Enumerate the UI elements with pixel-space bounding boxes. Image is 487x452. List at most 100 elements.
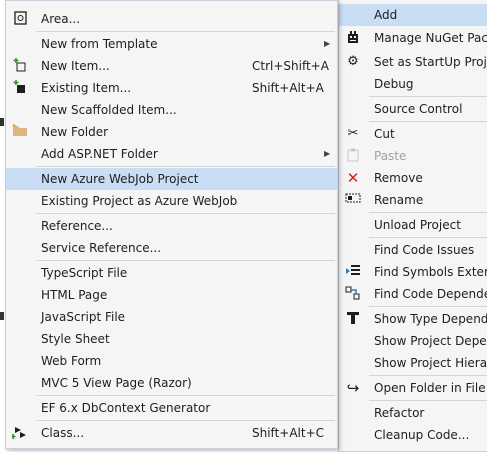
menu-item-label: Cleanup Code... (374, 428, 470, 442)
menu-item-label: Open Folder in File Ex (374, 381, 487, 395)
menu-item-label: Manage NuGet Packa (374, 31, 487, 45)
add-submenu: Area... New from Template ▶ New Item... … (5, 0, 338, 449)
project-context-menu: Add Manage NuGet Packa ⚙ Set as StartUp … (338, 0, 487, 452)
menu-item-find-symbols[interactable]: Find Symbols Externa (339, 261, 487, 283)
menu-item-show-project-dependency[interactable]: Show Project Depend (339, 330, 487, 352)
menu-item-manage-nuget[interactable]: Manage NuGet Packa (339, 27, 487, 49)
separator (36, 166, 335, 167)
menu-item-set-startup[interactable]: ⚙ Set as StartUp Project (339, 51, 487, 73)
separator (369, 96, 487, 97)
menu-item-refactor[interactable]: Refactor (339, 402, 487, 424)
menu-item-shortcut: Shift+Alt+A (252, 81, 324, 95)
chevron-right-icon: ▶ (324, 39, 331, 48)
menu-item-label: Find Code Dependent (374, 287, 487, 301)
menu-item-label: Web Form (41, 354, 102, 368)
folder-icon (12, 124, 28, 140)
menu-item-find-code-dependencies[interactable]: Find Code Dependent (339, 283, 487, 305)
menu-item-new-item[interactable]: New Item... Ctrl+Shift+A (6, 55, 337, 77)
menu-item-reference[interactable]: Reference... (6, 215, 337, 237)
nuget-icon (345, 30, 361, 46)
menu-item-cut[interactable]: ✂ Cut (339, 123, 487, 145)
menu-item-label: HTML Page (41, 288, 108, 302)
separator (369, 212, 487, 213)
menu-item-label: New Scaffolded Item... (41, 103, 177, 117)
menu-item-area[interactable]: Area... (6, 8, 337, 30)
menu-item-web-form[interactable]: Web Form (6, 350, 337, 372)
rename-icon (345, 192, 361, 208)
menu-item-label: Show Project Hierarch (374, 356, 487, 370)
separator (36, 213, 335, 214)
area-icon (12, 11, 28, 27)
menu-item-new-scaffolded-item[interactable]: New Scaffolded Item... (6, 99, 337, 121)
menu-item-label: Existing Item... (41, 81, 132, 95)
menu-item-existing-item[interactable]: Existing Item... Shift+Alt+A (6, 77, 337, 99)
menu-item-javascript-file[interactable]: JavaScript File (6, 306, 337, 328)
chevron-right-icon: ▶ (324, 149, 331, 158)
menu-item-ef6-dbcontext-generator[interactable]: EF 6.x DbContext Generator (6, 397, 337, 419)
menu-item-label: New Azure WebJob Project (41, 172, 199, 186)
menu-item-label: Refactor (374, 406, 425, 420)
menu-item-cleanup-code[interactable]: Cleanup Code... (339, 424, 487, 446)
menu-item-label: Source Control (374, 102, 463, 116)
menu-item-label: Find Code Issues (374, 243, 475, 257)
menu-item-remove[interactable]: ✕ Remove (339, 167, 487, 189)
existing-item-icon (12, 80, 28, 96)
menu-item-label: Remove (374, 171, 423, 185)
menu-item-new-azure-webjob-project[interactable]: New Azure WebJob Project (6, 168, 337, 190)
menu-item-label: Paste (374, 149, 407, 163)
menu-item-label: MVC 5 View Page (Razor) (41, 376, 192, 390)
menu-item-label: New Folder (41, 125, 109, 139)
menu-item-label: Find Symbols Externa (374, 265, 487, 279)
gear-icon: ⚙ (347, 54, 359, 69)
menu-item-label: Add ASP.NET Folder (41, 147, 158, 161)
menu-item-label: JavaScript File (41, 310, 126, 324)
menu-item-show-project-hierarchy[interactable]: Show Project Hierarch (339, 352, 487, 374)
menu-item-label: Unload Project (374, 218, 461, 232)
separator (369, 375, 487, 376)
menu-item-label: Debug (374, 77, 414, 91)
separator (36, 260, 335, 261)
separator (36, 31, 335, 32)
menu-item-rename[interactable]: Rename (339, 189, 487, 211)
menu-item-label: New from Template (41, 37, 158, 51)
separator (369, 400, 487, 401)
menu-item-label: New Item... (41, 59, 110, 73)
menu-item-add[interactable]: Add (339, 4, 487, 26)
new-item-icon (12, 58, 28, 74)
menu-item-open-folder[interactable]: ↪ Open Folder in File Ex (339, 377, 487, 399)
menu-item-style-sheet[interactable]: Style Sheet (6, 328, 337, 350)
separator (369, 121, 487, 122)
clipboard-icon (345, 148, 361, 164)
menu-item-label: Add (374, 8, 398, 22)
menu-item-existing-project-as-azure-webjob[interactable]: Existing Project as Azure WebJob (6, 190, 337, 212)
separator (369, 237, 487, 238)
menu-item-label: Class... (41, 426, 85, 440)
menu-item-label: Service Reference... (41, 241, 162, 255)
menu-item-class[interactable]: Class... Shift+Alt+C (6, 422, 337, 444)
menu-item-label: Style Sheet (41, 332, 110, 346)
menu-item-label: TypeScript File (41, 266, 128, 280)
menu-item-label: Cut (374, 127, 395, 141)
menu-item-new-from-template[interactable]: New from Template ▶ (6, 33, 337, 55)
background-editor-fragment (0, 118, 4, 126)
menu-item-label: EF 6.x DbContext Generator (41, 401, 211, 415)
menu-item-typescript-file[interactable]: TypeScript File (6, 262, 337, 284)
menu-item-new-folder[interactable]: New Folder (6, 121, 337, 143)
menu-item-shortcut: Shift+Alt+C (252, 426, 325, 440)
menu-item-paste: Paste (339, 145, 487, 167)
menu-item-find-code-issues[interactable]: Find Code Issues (339, 239, 487, 261)
menu-item-show-type-dependency[interactable]: Show Type Depender (339, 308, 487, 330)
background-editor-fragment (0, 312, 4, 320)
menu-item-label: Set as StartUp Project (374, 55, 487, 69)
menu-item-service-reference[interactable]: Service Reference... (6, 237, 337, 259)
menu-item-label: Show Type Depender (374, 312, 487, 326)
menu-item-label: Rename (374, 193, 424, 207)
menu-item-mvc5-view-page[interactable]: MVC 5 View Page (Razor) (6, 372, 337, 394)
menu-item-label: Reference... (41, 219, 113, 233)
menu-item-source-control[interactable]: Source Control (339, 98, 487, 120)
menu-item-shortcut: Ctrl+Shift+A (252, 59, 329, 73)
menu-item-unload-project[interactable]: Unload Project (339, 214, 487, 236)
menu-item-html-page[interactable]: HTML Page (6, 284, 337, 306)
menu-item-debug[interactable]: Debug (339, 73, 487, 95)
menu-item-add-aspnet-folder[interactable]: Add ASP.NET Folder ▶ (6, 143, 337, 165)
